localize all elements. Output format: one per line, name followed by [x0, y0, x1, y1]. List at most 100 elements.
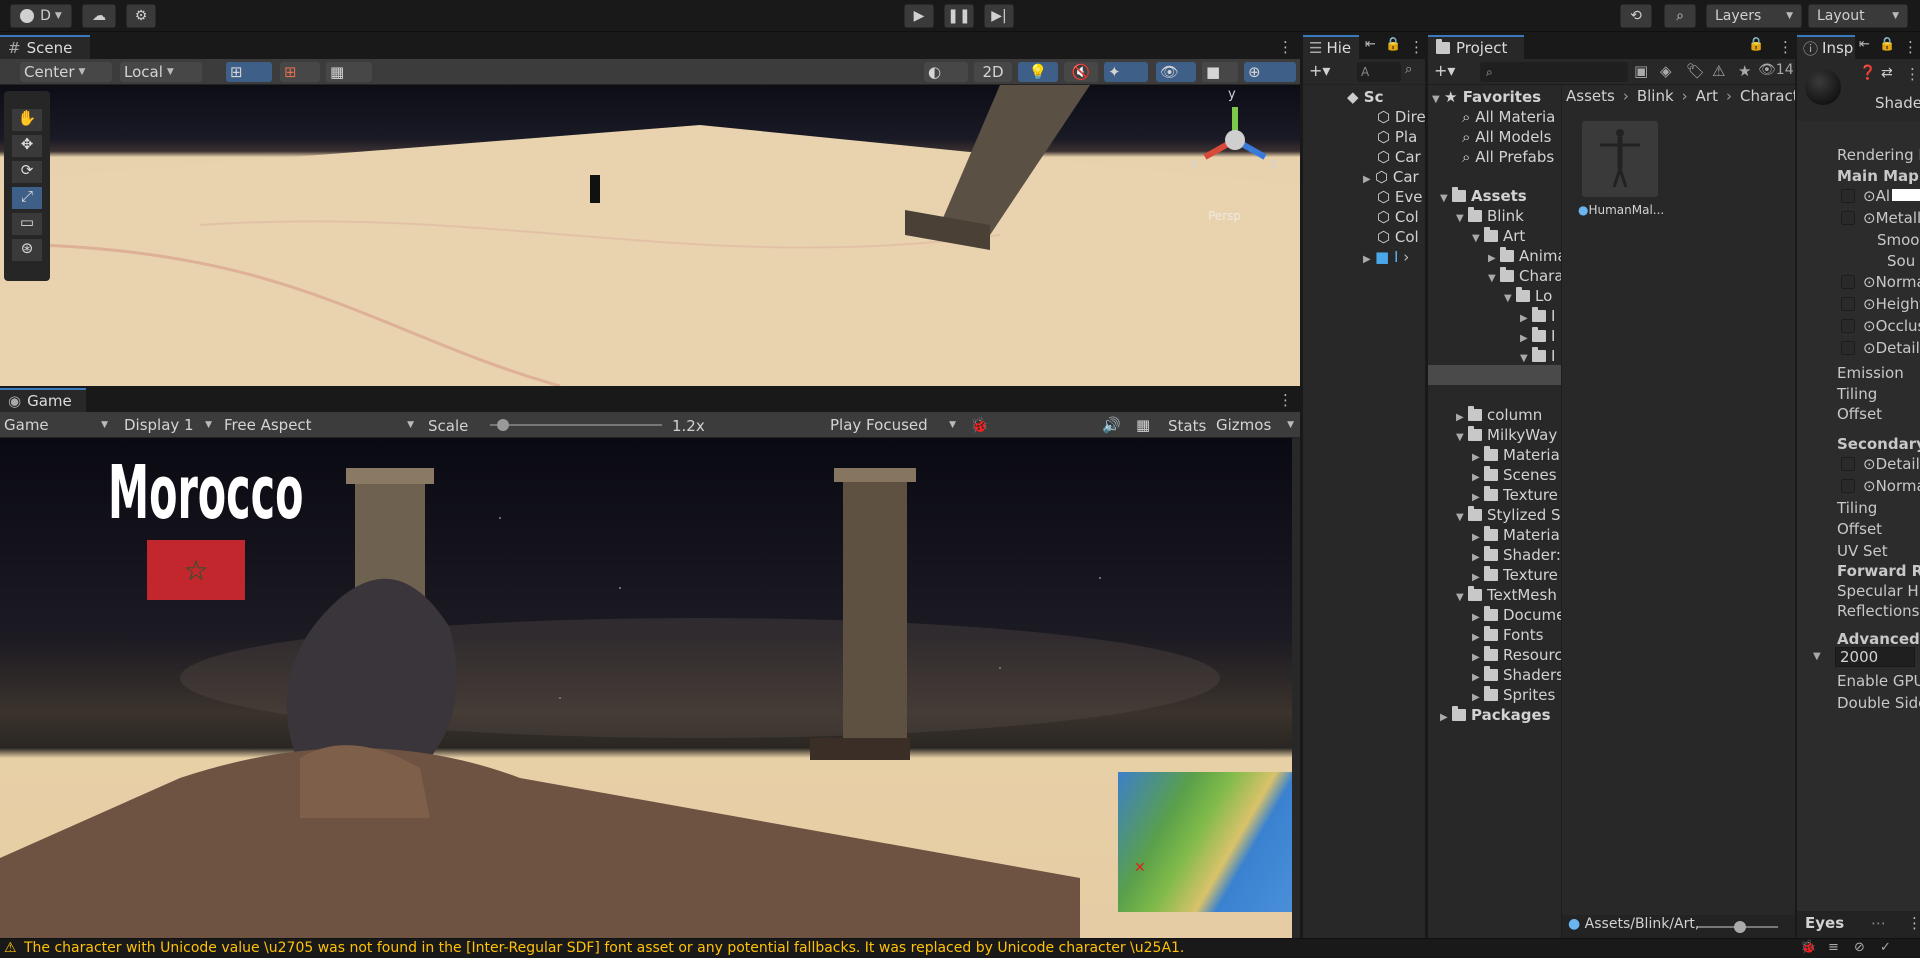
thumbnail-size-slider[interactable] — [1698, 921, 1778, 933]
visibility-toggle[interactable]: 👁 — [1156, 62, 1196, 82]
help-icon[interactable]: ❓ — [1859, 65, 1876, 81]
expand-arrow-icon[interactable]: ▼ — [1456, 588, 1468, 608]
pause-button[interactable]: ❚❚ — [944, 4, 974, 28]
detail-mask-slot[interactable] — [1841, 341, 1855, 355]
expand-arrow-icon[interactable]: ▼ — [1504, 289, 1516, 309]
thumbnail-slider-thumb[interactable] — [1734, 921, 1746, 933]
history-button[interactable]: ⟲ — [1620, 4, 1652, 28]
normal-texture-slot[interactable] — [1841, 275, 1855, 289]
folder-tree-item[interactable]: ▼ Blink — [1456, 206, 1524, 226]
view-dropdown[interactable]: Game ▼ — [0, 415, 112, 435]
graphics-icon[interactable]: ⊘ — [1854, 940, 1865, 955]
audio-icon[interactable]: 🔊 — [1102, 416, 1121, 434]
debug-icon[interactable]: 🐞 — [1800, 940, 1816, 955]
lock-icon[interactable]: 🔒 — [1385, 37, 1401, 52]
expand-arrow-icon[interactable]: ▼ — [1456, 508, 1468, 528]
folder-tree-item[interactable]: ▶ Shaders — [1472, 665, 1561, 685]
tab-inspector[interactable]: ⓘ Insp — [1797, 35, 1855, 59]
favorite-item[interactable]: ⌕ All Prefabs — [1462, 147, 1554, 167]
stats-button[interactable]: Stats — [1168, 417, 1206, 435]
console-message[interactable]: The character with Unicode value \u2705 … — [24, 940, 1184, 956]
folder-tree-item[interactable]: ▶ Sprites — [1472, 685, 1555, 705]
breadcrumb-item[interactable]: Blink — [1637, 87, 1674, 105]
game-viewport[interactable]: Morocco ☆ ✕ — [0, 438, 1292, 938]
gizmos-game-dropdown[interactable]: Gizmos ▼ — [1212, 415, 1298, 435]
folder-tree-item[interactable]: ▶ Materia — [1472, 525, 1560, 545]
move-tool-icon[interactable]: ✥ — [12, 135, 42, 157]
folder-tree-item[interactable]: ▶ Texture — [1472, 565, 1558, 585]
effects-dropdown[interactable]: ✦ — [1104, 62, 1148, 82]
asset-name[interactable]: ●HumanMal... — [1578, 203, 1664, 217]
audio-toggle[interactable]: 🔇 — [1064, 62, 1098, 82]
scale-slider[interactable] — [490, 419, 662, 431]
folder-tree-item[interactable]: ▼ Chara — [1488, 266, 1561, 286]
detail-normal-row[interactable]: ⊙Norma — [1863, 476, 1920, 496]
emission-toggle[interactable]: Emission — [1837, 363, 1904, 383]
lighting-toggle[interactable]: 💡 — [1018, 62, 1058, 82]
2d-toggle[interactable]: 2D — [974, 62, 1012, 82]
normal-row[interactable]: ⊙Norma — [1863, 272, 1920, 292]
folder-tree-item[interactable]: ▶ Texture — [1472, 485, 1558, 505]
layout-dropdown[interactable]: Layout ▼ — [1808, 4, 1908, 28]
scene-viewport[interactable]: ✋ ✥ ⟳ ⤢ ▭ ⊛ y x z Persp — [0, 85, 1300, 386]
height-row[interactable]: ⊙Height — [1863, 294, 1920, 314]
layers-icon[interactable]: ≡ — [1828, 940, 1839, 955]
hierarchy-item[interactable]: ⬡ Pla — [1377, 127, 1417, 147]
folder-tree-item[interactable]: ▶ Scenes — [1472, 465, 1557, 485]
render-queue-field[interactable]: 2000 — [1835, 647, 1915, 667]
folder-tree-item[interactable]: ▼ Lo — [1504, 286, 1552, 306]
display-dropdown[interactable]: Display 1 ▼ — [120, 415, 216, 435]
bug-icon[interactable]: 🐞 — [970, 416, 989, 434]
rotate-tool-icon[interactable]: ⟳ — [12, 161, 42, 183]
expand-arrow-icon[interactable]: ▼ — [1456, 209, 1468, 229]
hierarchy-item[interactable]: ▶ ■ I › — [1363, 247, 1409, 267]
increment-snap-button[interactable]: ⊞ — [280, 62, 320, 82]
rect-tool-icon[interactable]: ▭ — [12, 213, 42, 235]
height-texture-slot[interactable] — [1841, 297, 1855, 311]
breadcrumb-item[interactable]: Assets — [1566, 87, 1615, 105]
orientation-gizmo[interactable]: y x z — [1190, 87, 1280, 185]
scale-slider-thumb[interactable] — [496, 419, 509, 431]
tab-game[interactable]: ◉ Game — [0, 388, 86, 412]
collab-button[interactable]: ⚙ — [126, 4, 156, 28]
favorites-header[interactable]: ▼ ★ Favorites — [1432, 87, 1541, 107]
folder-tree-item[interactable]: ▶ I — [1520, 306, 1555, 326]
hierarchy-item[interactable]: ⬡ Eve — [1377, 187, 1422, 207]
folder-tree-item[interactable]: ▶ Anima — [1488, 246, 1561, 266]
collapse-icon[interactable]: ⇤ — [1365, 37, 1376, 52]
folder-tree-item[interactable]: ▶ Shader: — [1472, 545, 1561, 565]
tab-project[interactable]: Project — [1428, 35, 1524, 59]
folder-tree-item[interactable]: ▶ Docume — [1472, 605, 1561, 625]
hierarchy-item[interactable]: ⬡ Dire — [1377, 107, 1425, 127]
detail-normal-slot[interactable] — [1841, 479, 1855, 493]
warning-icon[interactable]: ⚠ — [1712, 62, 1725, 80]
breadcrumb-item[interactable]: Art — [1696, 87, 1718, 105]
step-button[interactable]: ▶| — [984, 4, 1014, 28]
hierarchy-item[interactable]: ⬡ Car — [1377, 147, 1421, 167]
filter-label-icon[interactable]: ◈ — [1660, 62, 1672, 80]
persp-label[interactable]: Persp — [1208, 209, 1241, 223]
hierarchy-menu-icon[interactable]: ⋮ — [1409, 38, 1424, 56]
hierarchy-item[interactable]: ◆ Sc — [1347, 87, 1383, 107]
shading-dropdown[interactable]: ◐ — [924, 62, 968, 82]
favorite-item[interactable]: ⌕ All Materia — [1462, 107, 1555, 127]
lock-icon[interactable]: 🔒 — [1879, 37, 1895, 52]
grid-toggle-icon[interactable]: ▦ — [1136, 416, 1150, 434]
expand-arrow-icon[interactable]: ▼ — [1456, 428, 1468, 448]
folder-tree-item[interactable]: ▶ column — [1456, 405, 1542, 425]
folder-tree-item[interactable]: ▼ Assets — [1440, 186, 1527, 206]
camera-dropdown[interactable]: ■ — [1202, 62, 1238, 82]
expand-arrow-icon[interactable]: ▼ — [1472, 229, 1484, 249]
folder-tree-item[interactable]: ▶ Materia — [1472, 445, 1560, 465]
folder-tree-item[interactable]: ▶ Resourc — [1472, 645, 1561, 665]
folder-tree-item[interactable]: ▶ Fonts — [1472, 625, 1543, 645]
expand-arrow-icon[interactable]: ▶ — [1440, 708, 1452, 728]
detail-albedo-slot[interactable] — [1841, 457, 1855, 471]
add-icon[interactable]: +▾ — [1309, 61, 1330, 80]
folder-tree-item[interactable]: ▼ I — [1520, 346, 1555, 366]
hierarchy-search-input[interactable]: A — [1357, 62, 1401, 82]
tab-scene[interactable]: # Scene — [0, 35, 90, 59]
lock-icon[interactable]: 🔒 — [1748, 37, 1764, 52]
folder-tree-item[interactable]: ▶ Packages — [1440, 705, 1551, 725]
inspector-menu-icon[interactable]: ⋮ — [1903, 38, 1918, 56]
